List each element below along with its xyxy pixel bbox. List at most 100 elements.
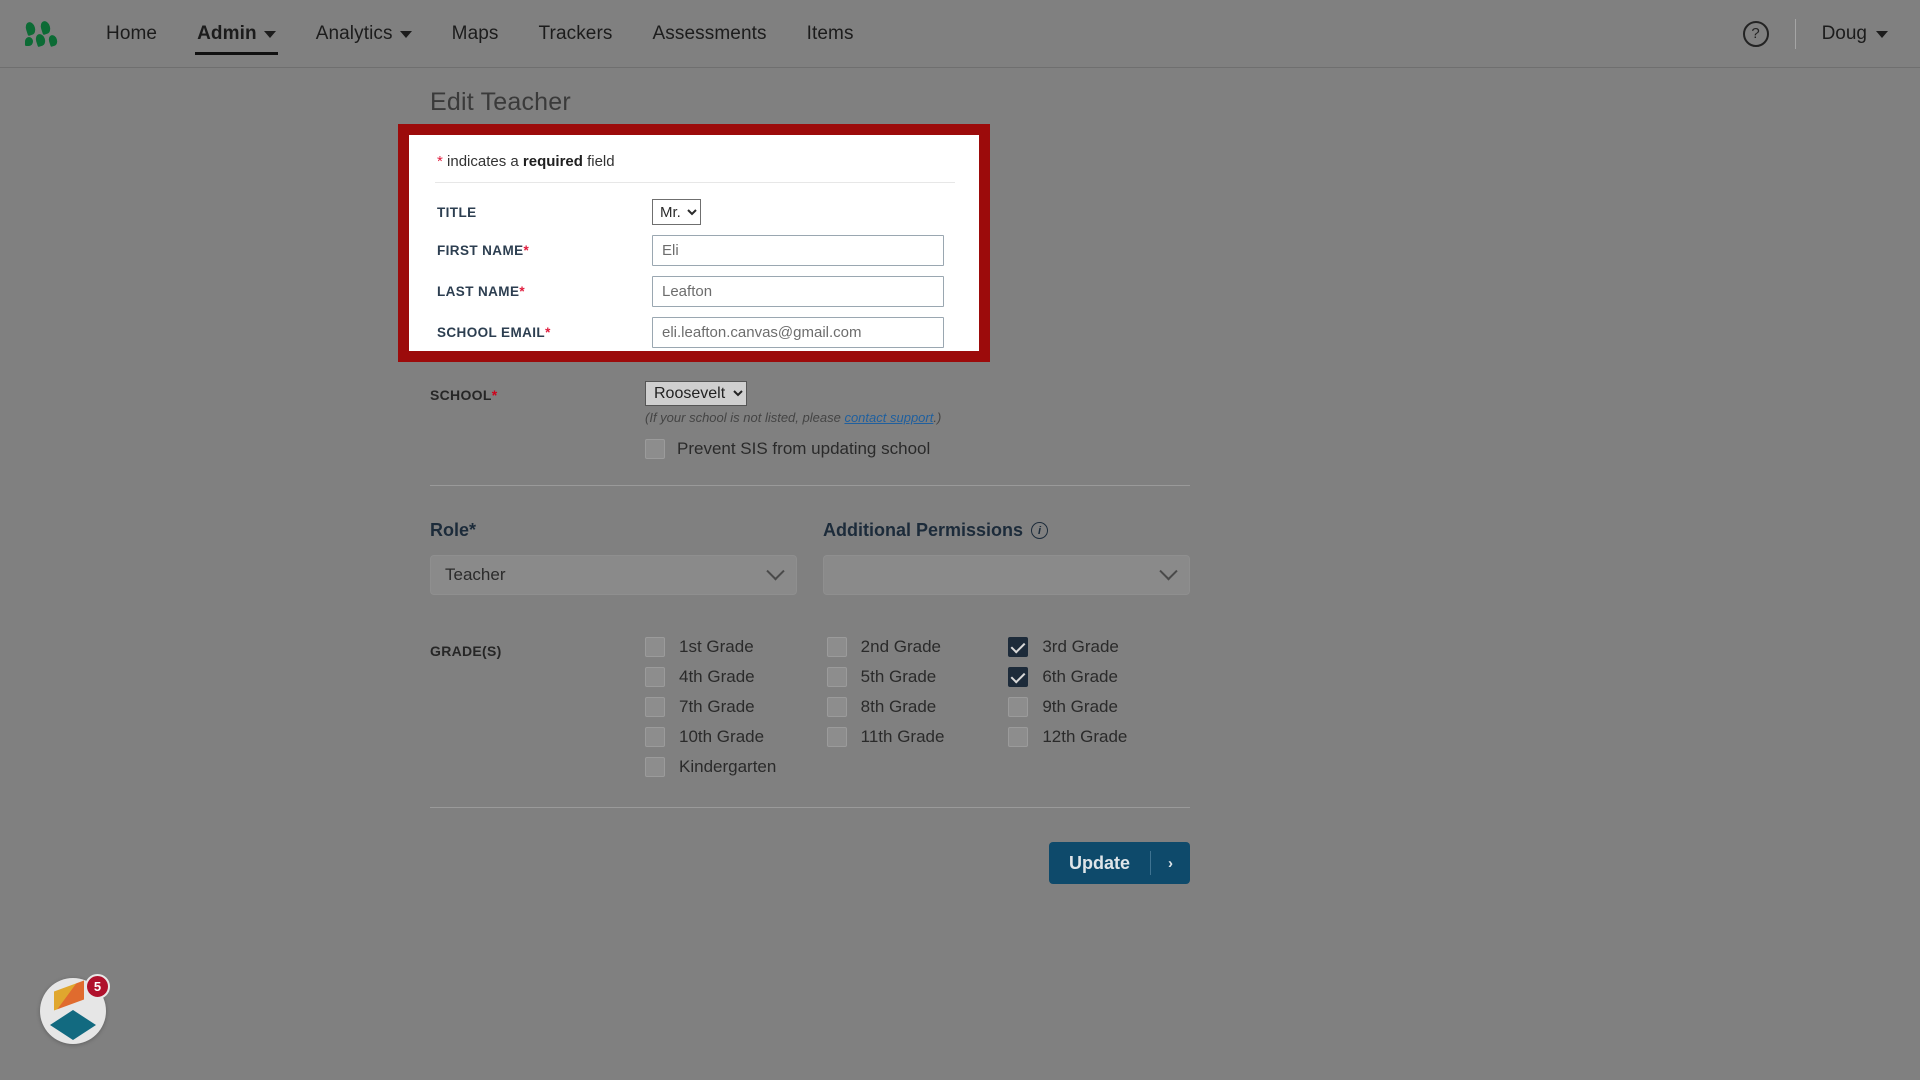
chevron-down-icon — [1159, 561, 1178, 580]
school-select[interactable]: Roosevelt — [645, 381, 747, 406]
last-name-input[interactable] — [652, 276, 944, 307]
title-select[interactable]: Mr. — [652, 199, 701, 225]
role-heading: Role* — [430, 520, 477, 540]
user-menu[interactable]: Doug — [1822, 23, 1888, 45]
grade-checkbox[interactable] — [645, 757, 665, 777]
grade-label: 3rd Grade — [1042, 637, 1119, 656]
role-column: Role* Teacher — [430, 520, 797, 595]
nav-divider — [1794, 18, 1796, 49]
nav-item-maps[interactable]: Maps — [432, 0, 519, 68]
nav-item-admin[interactable]: Admin — [177, 0, 296, 68]
chevron-down-icon — [399, 31, 412, 38]
title-row: TITLE Mr. — [409, 199, 979, 225]
grade-label: 9th Grade — [1042, 697, 1118, 716]
grade-checkbox[interactable] — [645, 637, 665, 657]
grade-label: 8th Grade — [860, 697, 937, 716]
highlighted-personal-info-panel: * indicates a required field TITLE Mr. F… — [398, 124, 990, 362]
update-button[interactable]: Update › — [1048, 842, 1190, 884]
prevent-sis-label: Prevent SIS from updating school — [677, 439, 931, 458]
highlight-divider — [435, 182, 955, 183]
nav-item-items[interactable]: Items — [787, 0, 874, 68]
grade-label: 11th Grade — [860, 727, 945, 746]
grade-checkbox[interactable] — [1008, 637, 1029, 657]
nav-items: Home Admin Analytics Maps Trackers Assessment… — [86, 0, 874, 67]
grade-label: 10th Grade — [679, 727, 765, 746]
grade-checkbox[interactable] — [826, 727, 847, 747]
update-button-label: Update — [1068, 852, 1130, 873]
info-icon[interactable]: i — [1031, 522, 1049, 539]
nav-left-group: Home Admin Analytics Maps Trackers Assessment… — [0, 0, 874, 67]
top-navigation-bar: Home Admin Analytics Maps Trackers Assessment… — [0, 0, 1920, 68]
chat-widget[interactable]: 5 — [40, 974, 110, 1044]
grade-checkbox[interactable] — [826, 667, 847, 687]
highlight-inner: * indicates a required field TITLE Mr. F… — [409, 135, 979, 351]
page-title: Edit Teacher — [430, 88, 571, 116]
school-email-input[interactable] — [652, 317, 944, 348]
alternative-email-input[interactable] — [652, 358, 944, 362]
chat-diamond-orange — [54, 980, 84, 1011]
grade-checkbox[interactable] — [1008, 697, 1029, 717]
chevron-down-icon — [766, 561, 785, 580]
help-icon-glyph: ? — [1751, 25, 1760, 42]
grade-checkbox-row[interactable]: 8th Grade — [826, 697, 1009, 717]
nav-item-analytics[interactable]: Analytics — [296, 0, 432, 68]
grade-checkbox-row[interactable]: 5th Grade — [826, 667, 1009, 687]
grade-checkbox[interactable] — [645, 667, 665, 687]
title-label: TITLE — [437, 204, 477, 220]
grades-grid: 1st Grade 2nd Grade 3rd Grade 4th Grade 5th … — [645, 637, 1190, 777]
contact-support-link[interactable]: contact support — [844, 410, 933, 425]
school-field: Roosevelt (If your school is not listed,… — [645, 381, 1190, 459]
nav-item-assessments[interactable]: Assessments — [633, 0, 787, 68]
first-name-row: FIRST NAME* — [409, 235, 979, 266]
first-name-input[interactable] — [652, 235, 944, 266]
chevron-down-icon — [1876, 31, 1888, 38]
chevron-down-icon — [263, 31, 276, 38]
permissions-select[interactable] — [823, 555, 1190, 595]
grade-checkbox[interactable] — [645, 727, 665, 747]
nav-item-trackers[interactable]: Trackers — [519, 0, 633, 68]
first-name-label: FIRST NAME* — [437, 243, 530, 258]
grade-checkbox-row[interactable]: 11th Grade — [826, 727, 1009, 747]
grade-checkbox-row[interactable]: 1st Grade — [645, 637, 827, 657]
grade-checkbox[interactable] — [1008, 667, 1029, 687]
grade-label: 1st Grade — [679, 637, 754, 656]
grade-checkbox-row[interactable]: 10th Grade — [645, 727, 827, 747]
brand-logo-icon[interactable] — [24, 19, 59, 48]
user-menu-label: Doug — [1821, 22, 1867, 44]
grade-checkbox-row[interactable]: 6th Grade — [1008, 667, 1190, 687]
grade-label: 6th Grade — [1042, 667, 1118, 686]
grade-checkbox[interactable] — [1008, 727, 1029, 747]
prevent-sis-checkbox[interactable] — [645, 439, 665, 459]
grade-checkbox-row[interactable]: 4th Grade — [645, 667, 827, 687]
chat-unread-badge: 5 — [85, 974, 110, 999]
school-helper-text: (If your school is not listed, please co… — [645, 410, 942, 425]
grade-checkbox[interactable] — [645, 697, 665, 717]
grade-checkbox-row[interactable]: 2nd Grade — [826, 637, 1009, 657]
role-select-value: Teacher — [445, 565, 506, 584]
last-name-row: LAST NAME* — [409, 276, 979, 307]
app-root: Home Admin Analytics Maps Trackers Assessment… — [0, 0, 1920, 1080]
actions-row: Update › — [430, 842, 1190, 884]
grade-checkbox-row[interactable]: 7th Grade — [645, 697, 827, 717]
help-icon[interactable]: ? — [1742, 20, 1769, 47]
nav-item-label: Admin — [197, 22, 257, 44]
school-email-row: SCHOOL EMAIL* — [409, 317, 979, 348]
grade-checkbox-row[interactable]: Kindergarten — [645, 757, 827, 777]
school-label: SCHOOL* — [430, 387, 498, 403]
nav-item-label: Assessments — [652, 22, 767, 44]
grade-label: 12th Grade — [1042, 727, 1128, 746]
grade-checkbox[interactable] — [826, 697, 847, 717]
grade-checkbox-row[interactable]: 9th Grade — [1008, 697, 1190, 717]
nav-item-label: Maps — [451, 22, 499, 44]
alternative-email-row: ALTERNATIVE EMAIL — [409, 358, 979, 362]
role-select[interactable]: Teacher — [430, 555, 797, 595]
grade-checkbox[interactable] — [826, 637, 847, 657]
prevent-sis-row[interactable]: Prevent SIS from updating school — [645, 439, 1190, 459]
grade-checkbox-row[interactable]: 12th Grade — [1008, 727, 1190, 747]
nav-right-group: ? Doug — [1742, 0, 1920, 67]
nav-item-home[interactable]: Home — [86, 0, 177, 68]
grade-checkbox-row[interactable]: 3rd Grade — [1008, 637, 1190, 657]
section-divider-2 — [430, 807, 1190, 808]
role-permissions-section: Role* Teacher Additional Permissions i — [430, 520, 1190, 595]
section-divider-1 — [430, 485, 1190, 486]
